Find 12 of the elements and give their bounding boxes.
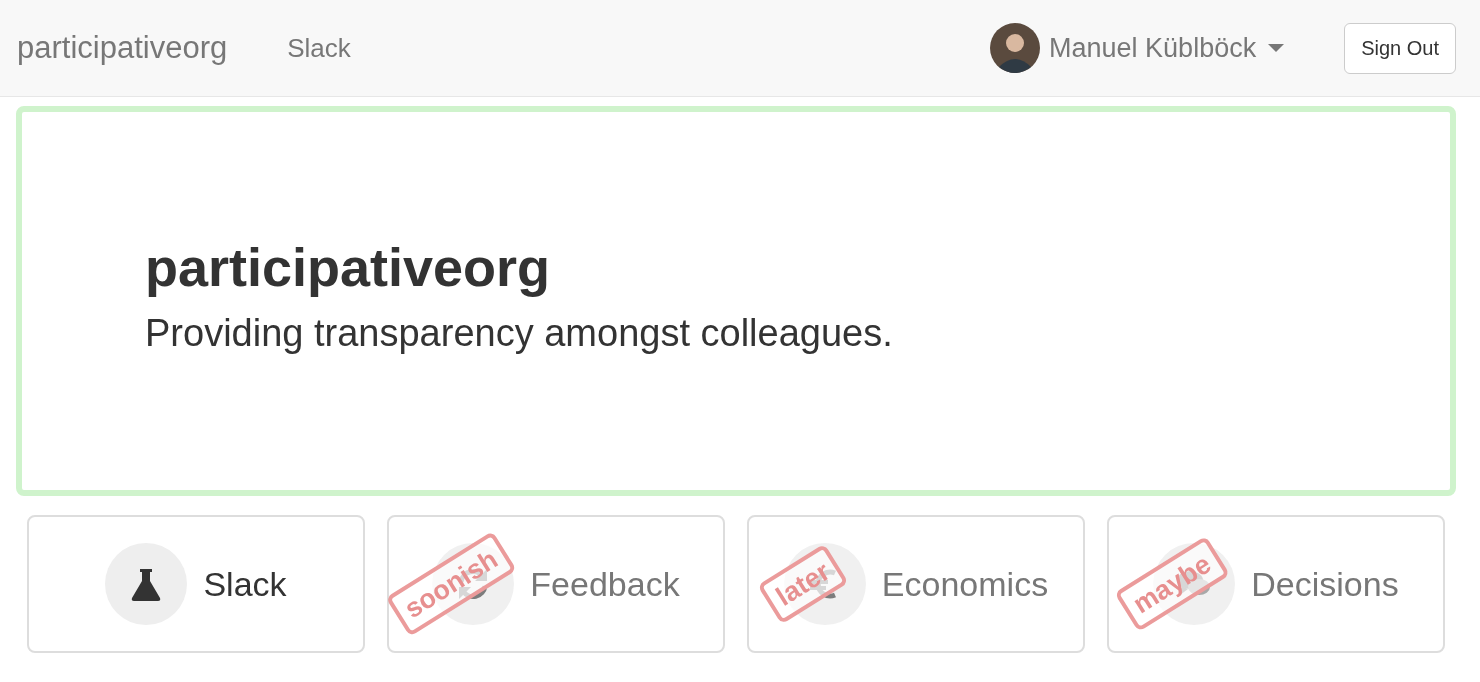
module-label: Feedback [530, 564, 680, 604]
sign-out-button[interactable]: Sign Out [1344, 22, 1456, 74]
module-card[interactable]: Slack [27, 515, 365, 653]
module-label: Slack [203, 564, 287, 604]
user-menu[interactable]: Manuel Küblböck [1049, 32, 1285, 64]
module-label: Decisions [1251, 564, 1399, 604]
avatar-icon[interactable] [990, 23, 1041, 73]
jumbotron-subtitle: Providing transparency amongst colleagues. [145, 311, 894, 355]
jumbotron-title: participativeorg [145, 235, 552, 298]
brand-link[interactable]: participativeorg [17, 30, 228, 66]
nav-link[interactable]: Slack [287, 32, 351, 64]
module-label: Economics [881, 564, 1049, 604]
